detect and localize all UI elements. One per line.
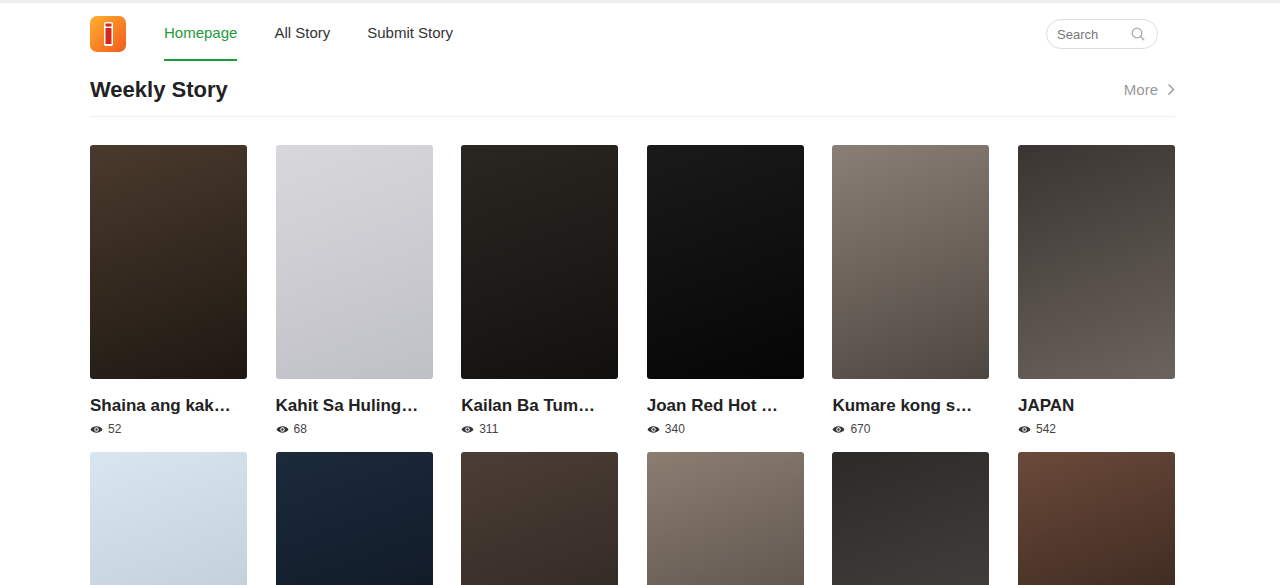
story-card[interactable]: JAPAN 542 — [1018, 145, 1175, 452]
logo-icon[interactable] — [90, 16, 126, 52]
story-views: 52 — [90, 421, 247, 437]
story-card[interactable] — [832, 452, 989, 585]
story-cover[interactable] — [647, 145, 804, 379]
chevron-right-icon — [1167, 83, 1175, 96]
story-card[interactable]: Kahit Sa Huling… 68 — [276, 145, 433, 452]
story-card[interactable]: Joan Red Hot … 340 — [647, 145, 804, 452]
search-field[interactable] — [1046, 19, 1158, 49]
page: HomepageAll StorySubmit StoryWeekly Stor… — [0, 0, 1280, 585]
eye-icon — [832, 425, 845, 434]
top-bar: Homepage All Story Submit Story — [0, 3, 1158, 69]
story-cover[interactable] — [461, 145, 618, 379]
story-title[interactable]: Kailan Ba Tum… — [461, 395, 618, 417]
eye-icon — [276, 425, 289, 434]
story-cover[interactable] — [1018, 452, 1175, 585]
story-card[interactable] — [647, 452, 804, 585]
story-cover[interactable] — [276, 452, 433, 585]
story-cover[interactable] — [461, 452, 618, 585]
eye-icon — [461, 425, 474, 434]
more-link[interactable]: More — [1124, 81, 1175, 98]
nav-item[interactable]: Homepage — [164, 3, 237, 61]
story-title[interactable]: Kahit Sa Huling… — [276, 395, 433, 417]
main-nav: Homepage All Story Submit Story — [164, 3, 453, 69]
weekly-section: Weekly Story More Shaina ang kak… 52 Kahit S… — [90, 66, 1175, 585]
story-title[interactable]: Kumare kong s… — [832, 395, 989, 417]
eye-icon — [647, 425, 660, 434]
story-card[interactable] — [1018, 452, 1175, 585]
section-title: Weekly Story — [90, 77, 228, 103]
story-card[interactable]: Kumare kong s… 670 — [832, 145, 989, 452]
eye-icon — [90, 425, 103, 434]
story-cover[interactable] — [276, 145, 433, 379]
search-input[interactable] — [1057, 27, 1131, 42]
story-views: 68 — [276, 421, 433, 437]
story-card[interactable] — [276, 452, 433, 585]
story-title[interactable]: Shaina ang kak… — [90, 395, 247, 417]
story-card[interactable]: Kailan Ba Tum… 311 — [461, 145, 618, 452]
story-card[interactable]: Shaina ang kak… 52 — [90, 145, 247, 452]
nav-item[interactable]: Submit Story — [367, 3, 453, 61]
nav-item[interactable]: All Story — [274, 3, 330, 61]
story-cover[interactable] — [647, 452, 804, 585]
story-title[interactable]: JAPAN — [1018, 395, 1175, 417]
story-views: 311 — [461, 421, 618, 437]
story-title[interactable]: Joan Red Hot … — [647, 395, 804, 417]
story-cover[interactable] — [90, 452, 247, 585]
story-views: 542 — [1018, 421, 1175, 437]
story-views: 340 — [647, 421, 804, 437]
story-card[interactable] — [461, 452, 618, 585]
eye-icon — [1018, 425, 1031, 434]
section-header: Weekly Story More — [90, 66, 1175, 117]
story-cover[interactable] — [832, 145, 989, 379]
story-cover[interactable] — [90, 145, 247, 379]
story-cover[interactable] — [1018, 145, 1175, 379]
story-grid: Shaina ang kak… 52 Kahit Sa Huling… 68 Kaila… — [90, 117, 1175, 585]
story-cover[interactable] — [832, 452, 989, 585]
story-views: 670 — [832, 421, 989, 437]
search-icon[interactable] — [1131, 27, 1145, 41]
story-card[interactable] — [90, 452, 247, 585]
